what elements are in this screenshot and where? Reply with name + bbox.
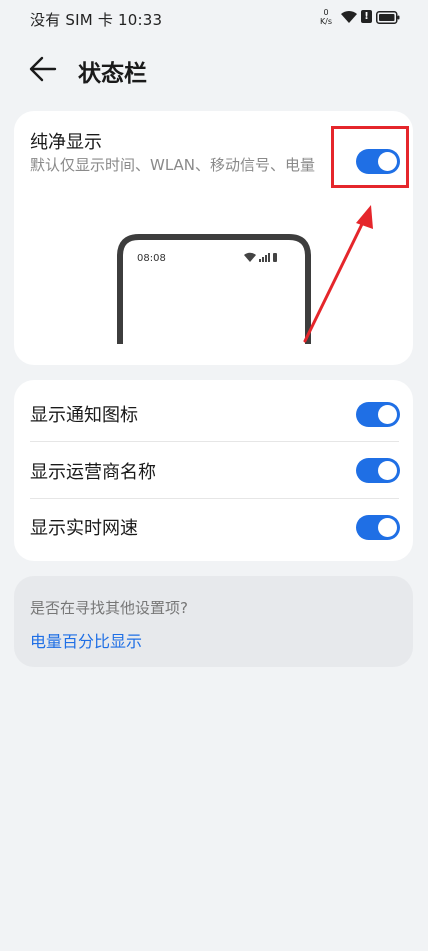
- settings-card: 显示通知图标 显示运营商名称 显示实时网速: [14, 380, 413, 561]
- battery-percentage-link[interactable]: 电量百分比显示: [30, 628, 142, 652]
- search-suggestion-card: 是否在寻找其他设置项? 电量百分比显示: [14, 576, 413, 667]
- setting-label: 显示实时网速: [30, 518, 138, 539]
- setting-label: 显示通知图标: [30, 405, 138, 426]
- setting-row-notification-icons[interactable]: 显示通知图标: [30, 386, 400, 442]
- suggestion-question: 是否在寻找其他设置项?: [30, 599, 188, 617]
- setting-label: 显示运营商名称: [30, 462, 156, 483]
- notification-icons-toggle[interactable]: [356, 402, 400, 427]
- setting-row-network-speed[interactable]: 显示实时网速: [30, 499, 400, 555]
- divider: [30, 441, 399, 442]
- setting-row-carrier-name[interactable]: 显示运营商名称: [30, 443, 400, 499]
- network-speed-toggle[interactable]: [356, 515, 400, 540]
- carrier-name-toggle[interactable]: [356, 458, 400, 483]
